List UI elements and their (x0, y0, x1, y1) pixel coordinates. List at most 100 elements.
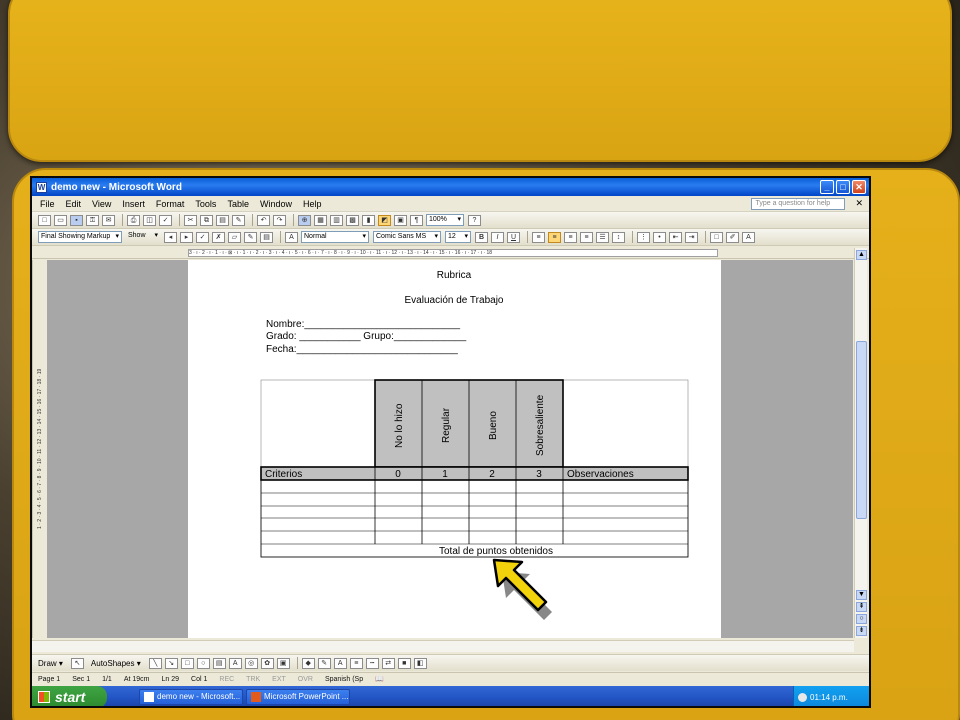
prev-page-icon[interactable]: ⇞ (856, 602, 867, 612)
line-icon[interactable]: ╲ (148, 657, 162, 669)
spelling-status-icon[interactable]: 📖 (375, 675, 384, 683)
previous-change-icon[interactable]: ◂ (164, 231, 177, 243)
close-button[interactable]: ✕ (852, 180, 866, 194)
insert-excel-icon[interactable]: ▩ (346, 214, 359, 226)
insert-table-icon[interactable]: ▥ (330, 214, 343, 226)
horizontal-ruler[interactable]: 3 · ı · 2 · ı · 1 · ı · ⊠ · ı · 1 · ı · … (32, 247, 869, 259)
arrow-style-icon[interactable]: ⇄ (381, 657, 395, 669)
line-spacing-icon[interactable]: ↕ (612, 231, 625, 243)
shadow-icon[interactable]: ■ (397, 657, 411, 669)
email-icon[interactable]: ✉ (102, 214, 115, 226)
menu-insert[interactable]: Insert (122, 199, 145, 209)
help-search-input[interactable]: Type a question for help (751, 197, 846, 210)
3d-icon[interactable]: ◧ (413, 657, 427, 669)
decrease-indent-icon[interactable]: ⇤ (669, 231, 682, 243)
markup-select[interactable]: Final Showing Markup (38, 231, 122, 243)
format-painter-icon[interactable]: ✎ (232, 214, 245, 226)
font-select[interactable]: Comic Sans MS (373, 231, 441, 243)
oval-icon[interactable]: ○ (196, 657, 210, 669)
document-close-icon[interactable]: ✕ (855, 198, 863, 209)
rectangle-icon[interactable]: □ (180, 657, 194, 669)
print-preview-icon[interactable]: ◫ (143, 214, 156, 226)
scroll-thumb[interactable] (856, 341, 867, 519)
next-change-icon[interactable]: ▸ (180, 231, 193, 243)
menu-tools[interactable]: Tools (195, 199, 216, 209)
open-icon[interactable]: ▭ (54, 214, 67, 226)
dash-style-icon[interactable]: ┅ (365, 657, 379, 669)
line-style-icon[interactable]: ≡ (349, 657, 363, 669)
bullets-icon[interactable]: • (653, 231, 666, 243)
style-select[interactable]: Normal (301, 231, 369, 243)
textbox-icon[interactable]: ▤ (212, 657, 226, 669)
clipart-icon[interactable]: ✿ (260, 657, 274, 669)
highlight-icon[interactable]: ✐ (726, 231, 739, 243)
start-button[interactable]: start (32, 686, 107, 706)
menu-window[interactable]: Window (260, 199, 292, 209)
track-changes-icon[interactable]: ✎ (244, 231, 257, 243)
redo-icon[interactable]: ↷ (273, 214, 286, 226)
font-color-icon[interactable]: A (742, 231, 755, 243)
draw-font-color-icon[interactable]: A (333, 657, 347, 669)
distributed-icon[interactable]: ☰ (596, 231, 609, 243)
line-color-icon[interactable]: ✎ (317, 657, 331, 669)
wordart-icon[interactable]: A (228, 657, 242, 669)
menu-view[interactable]: View (92, 199, 111, 209)
zoom-select[interactable]: 100% (426, 214, 464, 226)
status-language[interactable]: Spanish (Sp (325, 676, 363, 683)
arrow-tool-icon[interactable]: ↘ (164, 657, 178, 669)
align-center-icon[interactable]: ≡ (548, 231, 561, 243)
save-icon[interactable]: ▪ (70, 214, 83, 226)
fill-color-icon[interactable]: ◆ (301, 657, 315, 669)
align-left-icon[interactable]: ≡ (532, 231, 545, 243)
bold-button[interactable]: B (475, 231, 488, 243)
permission-icon[interactable]: ⚿ (86, 214, 99, 226)
reject-change-icon[interactable]: ✗ (212, 231, 225, 243)
comment-icon[interactable]: ▱ (228, 231, 241, 243)
menu-edit[interactable]: Edit (66, 199, 82, 209)
paste-icon[interactable]: ▤ (216, 214, 229, 226)
italic-button[interactable]: I (491, 231, 504, 243)
drawing-icon[interactable]: ◩ (378, 214, 391, 226)
document-map-icon[interactable]: ▣ (394, 214, 407, 226)
show-hide-icon[interactable]: ¶ (410, 214, 423, 226)
menu-table[interactable]: Table (227, 199, 249, 209)
show-menu[interactable]: Show (126, 231, 160, 243)
picture-icon[interactable]: ▣ (276, 657, 290, 669)
underline-button[interactable]: U (507, 231, 520, 243)
task-word[interactable]: demo new - Microsoft... (139, 689, 243, 705)
title-bar[interactable]: W demo new - Microsoft Word _ □ ✕ (32, 178, 869, 196)
hyperlink-icon[interactable]: ⊕ (298, 214, 311, 226)
print-icon[interactable]: ⎙ (127, 214, 140, 226)
cut-icon[interactable]: ✂ (184, 214, 197, 226)
align-right-icon[interactable]: ≡ (564, 231, 577, 243)
vertical-scrollbar[interactable]: ▲ ▼ ⇞ ○ ⇟ (854, 248, 867, 638)
document-page[interactable]: Rubrica Evaluación de Trabajo Nombre:___… (188, 260, 721, 638)
diagram-icon[interactable]: ◎ (244, 657, 258, 669)
minimize-button[interactable]: _ (820, 180, 834, 194)
reviewing-pane-icon[interactable]: ▤ (260, 231, 273, 243)
autoshapes-menu[interactable]: AutoShapes ▾ (91, 659, 141, 668)
select-browse-icon[interactable]: ○ (856, 614, 867, 624)
draw-menu[interactable]: Draw ▾ (38, 659, 63, 668)
select-objects-icon[interactable]: ↖ (70, 657, 84, 669)
menu-file[interactable]: File (40, 199, 55, 209)
border-icon[interactable]: □ (710, 231, 723, 243)
menu-help[interactable]: Help (303, 199, 322, 209)
maximize-button[interactable]: □ (836, 180, 850, 194)
help-icon[interactable]: ? (468, 214, 481, 226)
task-powerpoint[interactable]: Microsoft PowerPoint ... (246, 689, 350, 705)
status-ovr[interactable]: OVR (298, 676, 313, 683)
justify-icon[interactable]: ≡ (580, 231, 593, 243)
copy-icon[interactable]: ⧉ (200, 214, 213, 226)
vertical-ruler[interactable]: 1 · 2 · 3 · 4 · 5 · 6 · 7 · 8 · 9 · 10 ·… (32, 260, 46, 638)
status-trk[interactable]: TRK (246, 676, 260, 683)
columns-icon[interactable]: ▮ (362, 214, 375, 226)
menu-format[interactable]: Format (156, 199, 185, 209)
accept-change-icon[interactable]: ✓ (196, 231, 209, 243)
numbering-icon[interactable]: ⋮ (637, 231, 650, 243)
scroll-up-icon[interactable]: ▲ (856, 250, 867, 260)
spelling-icon[interactable]: ✓ (159, 214, 172, 226)
font-size-select[interactable]: 12 (445, 231, 471, 243)
undo-icon[interactable]: ↶ (257, 214, 270, 226)
scroll-down-icon[interactable]: ▼ (856, 590, 867, 600)
